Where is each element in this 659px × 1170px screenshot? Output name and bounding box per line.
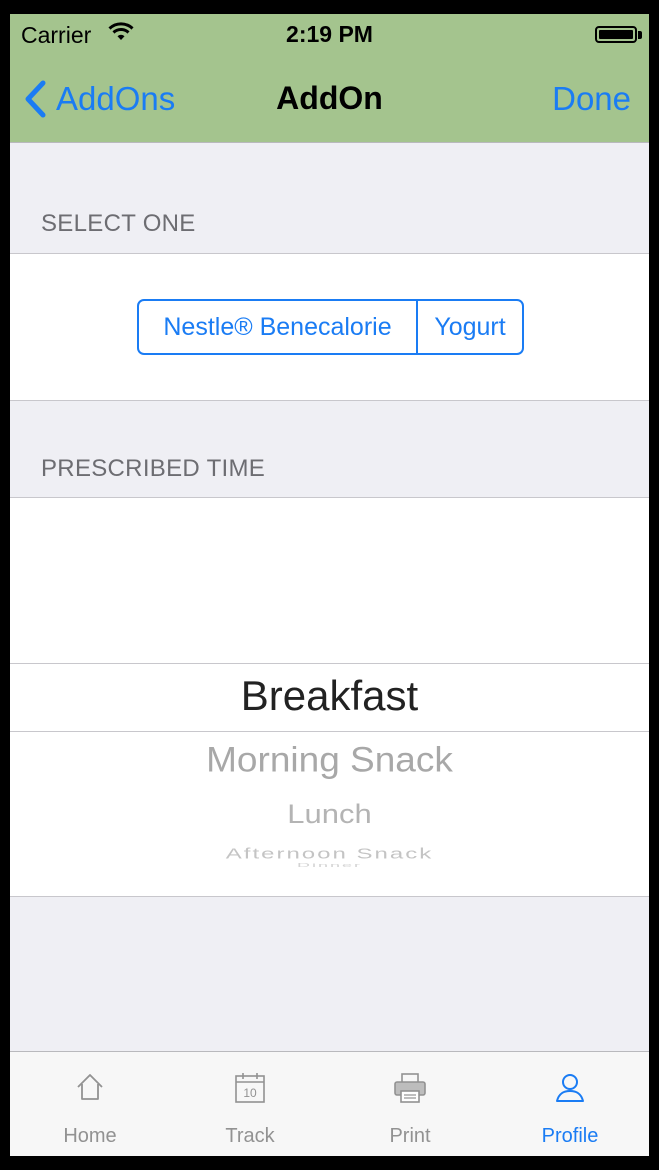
calendar-icon-day: 10 (243, 1086, 257, 1100)
navigation-bar: Carrier 2:19 PM AddOns AddOn Done (10, 14, 649, 143)
tab-track-label: Track (225, 1125, 275, 1147)
battery-icon (595, 26, 637, 43)
time-picker[interactable]: Breakfast Morning Snack Lunch Afternoon … (10, 497, 649, 897)
picker-item[interactable]: Dinner (10, 862, 649, 868)
select-cell: Nestle® Benecalorie Yogurt (10, 253, 649, 401)
picker-selection-top-line (10, 663, 649, 664)
tab-print-label: Print (389, 1125, 431, 1147)
tab-home[interactable]: Home (10, 1052, 170, 1156)
tab-home-label: Home (63, 1125, 117, 1147)
calendar-icon: 10 (235, 1073, 265, 1103)
picker-item[interactable]: Afternoon Snack (10, 845, 649, 862)
status-bar: Carrier 2:19 PM (10, 14, 649, 56)
picker-item[interactable]: Lunch (10, 798, 649, 830)
battery-tip-icon (638, 31, 642, 39)
segment-yogurt[interactable]: Yogurt (416, 301, 522, 353)
home-icon (77, 1074, 103, 1100)
addon-segmented-control: Nestle® Benecalorie Yogurt (137, 299, 524, 355)
app-screen: Carrier 2:19 PM AddOns AddOn Done SELECT… (10, 14, 649, 1156)
segment-benecalorie[interactable]: Nestle® Benecalorie (139, 301, 416, 353)
tab-profile-label: Profile (541, 1125, 599, 1147)
status-time: 2:19 PM (286, 21, 373, 47)
picker-selection-bottom-line (10, 731, 649, 732)
tab-track[interactable]: 10 Track (170, 1052, 330, 1156)
done-button[interactable]: Done (552, 80, 631, 118)
tab-bar: Home 10 Track Print Profile (10, 1051, 649, 1156)
time-section-header: PRESCRIBED TIME (41, 455, 266, 482)
picker-item[interactable]: Morning Snack (10, 740, 649, 780)
select-section-header: SELECT ONE (41, 210, 196, 237)
person-icon (556, 1074, 584, 1102)
printer-icon (394, 1073, 426, 1103)
picker-item-selected[interactable]: Breakfast (10, 672, 649, 720)
tab-print[interactable]: Print (330, 1052, 490, 1156)
tab-profile[interactable]: Profile (490, 1052, 649, 1156)
